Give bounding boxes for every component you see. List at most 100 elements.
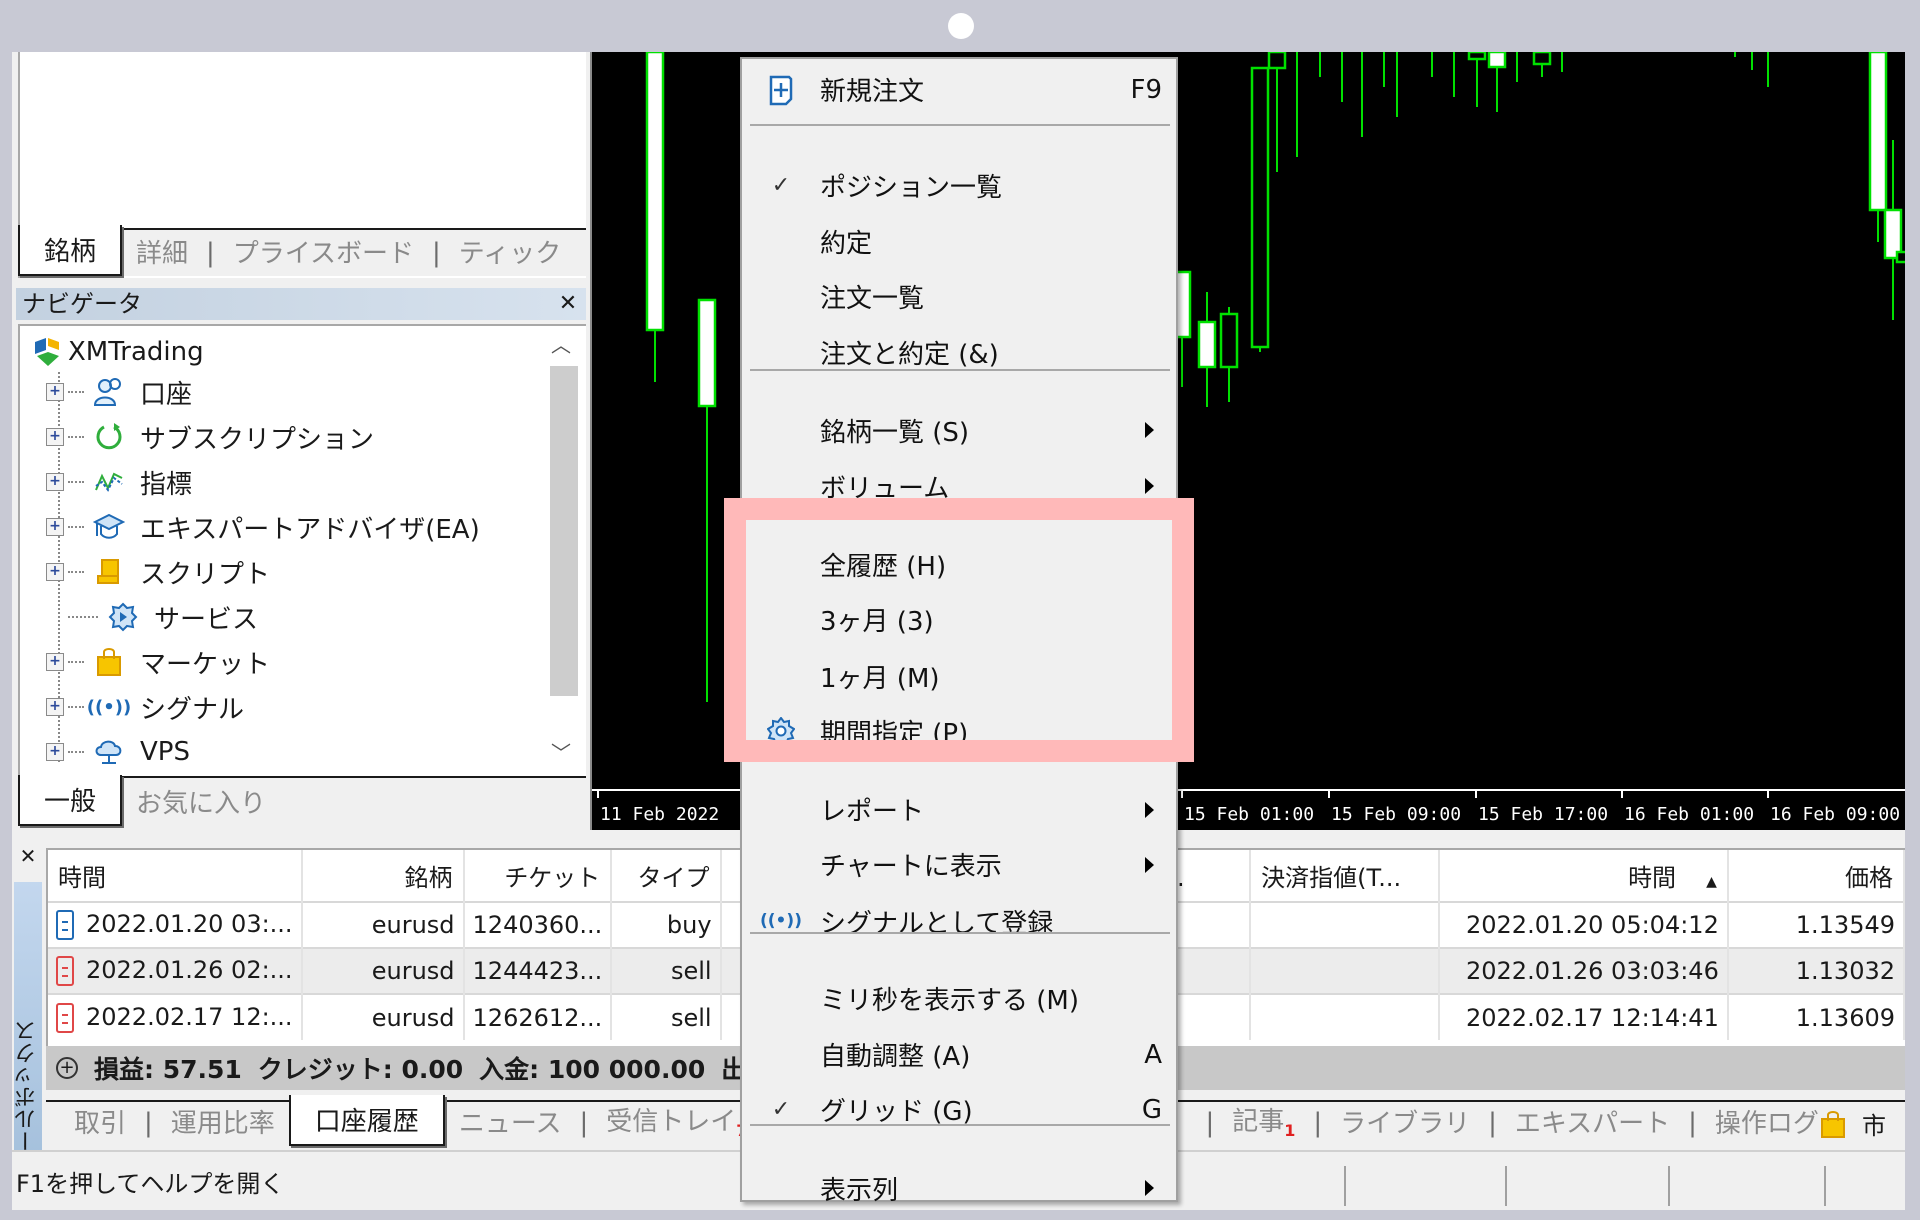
menu-item-7[interactable]: 銘柄一覧 (S) bbox=[742, 405, 1176, 455]
tab-articles[interactable]: 記事1 bbox=[1218, 1097, 1309, 1146]
tab-history[interactable]: 口座履歴 bbox=[288, 1095, 445, 1146]
expand-icon[interactable]: + bbox=[46, 518, 64, 536]
tree-item-label: エキスパートアドバイザ(EA) bbox=[140, 514, 480, 545]
indicators-icon bbox=[92, 465, 126, 499]
menu-item-16[interactable]: チャートに表示 bbox=[742, 840, 1176, 890]
menu-item-23[interactable]: 表示列 bbox=[742, 1163, 1176, 1213]
expand-icon[interactable]: + bbox=[46, 743, 64, 761]
col-price[interactable]: 価格 bbox=[1727, 850, 1905, 902]
menu-item-label: 期間指定 (P) bbox=[820, 718, 969, 749]
submenu-arrow-icon bbox=[1145, 856, 1154, 873]
col-close-time[interactable]: 時間 ▲ bbox=[1438, 850, 1729, 902]
tree-item-services[interactable]: サービス bbox=[46, 597, 258, 637]
expand-icon[interactable]: + bbox=[46, 428, 64, 446]
scroll-down-icon[interactable]: ﹀ bbox=[542, 734, 580, 772]
menu-item-21[interactable]: ✓ グリッド (G) G bbox=[742, 1085, 1176, 1135]
menu-shortcut: F9 bbox=[1130, 74, 1163, 105]
navigator-title: ナビゲータ bbox=[16, 288, 586, 320]
tree-item-label: 口座 bbox=[140, 379, 193, 410]
navigator-close-button[interactable]: ✕ bbox=[552, 288, 584, 320]
tree-item-label: サービス bbox=[154, 604, 259, 635]
tree-root-broker[interactable]: XMTrading bbox=[30, 332, 204, 372]
menu-item-10[interactable]: 全履歴 (H) bbox=[742, 540, 1176, 590]
tab-library[interactable]: ライブラリ bbox=[1326, 1099, 1484, 1146]
tab-trade[interactable]: 取引 bbox=[46, 1099, 140, 1146]
navigator-tree: XMTrading + 口座 + サブスクリプション + 指標 + エキスパート… bbox=[18, 324, 586, 776]
submenu-arrow-icon bbox=[1145, 801, 1154, 818]
expand-icon[interactable]: + bbox=[46, 653, 64, 671]
col-take-profit[interactable]: 決済指値(T... bbox=[1250, 850, 1440, 902]
accounts-icon bbox=[92, 375, 126, 409]
market-icon bbox=[92, 645, 126, 679]
tab-favorites[interactable]: お気に入り bbox=[122, 779, 280, 826]
tree-item-scripts[interactable]: + スクリプト bbox=[46, 552, 270, 592]
col-time[interactable]: 時間 bbox=[48, 850, 303, 902]
tree-item-subscriptions[interactable]: + サブスクリプション bbox=[46, 417, 374, 457]
tree-item-signals[interactable]: + ((•)) シグナル bbox=[46, 687, 244, 727]
tree-item-indicators[interactable]: + 指標 bbox=[46, 462, 192, 502]
menu-item-4[interactable]: 注文一覧 bbox=[742, 272, 1176, 322]
col-type[interactable]: タイプ bbox=[611, 850, 722, 902]
tab-separator: | bbox=[206, 238, 215, 268]
menu-item-2[interactable]: ✓ ポジション一覧 bbox=[742, 160, 1176, 210]
tree-item-expert-advisors[interactable]: + エキスパートアドバイザ(EA) bbox=[46, 507, 480, 547]
expand-icon[interactable]: + bbox=[46, 383, 64, 401]
tab-journal[interactable]: 操作ログ bbox=[1701, 1099, 1833, 1146]
tab-priceboard[interactable]: プライスボード bbox=[219, 229, 428, 276]
tab-symbols[interactable]: 銘柄 bbox=[18, 225, 123, 276]
tab-exposure[interactable]: 運用比率 bbox=[157, 1099, 289, 1146]
menu-item-11[interactable]: 3ヶ月 (3) bbox=[742, 595, 1176, 645]
toolbox-vertical-bar: ツールボックス bbox=[14, 882, 42, 1178]
col-ticket[interactable]: チケット bbox=[463, 850, 613, 902]
toolbox-close-button[interactable]: ✕ bbox=[14, 844, 42, 872]
tab-general[interactable]: 一般 bbox=[18, 775, 123, 826]
expand-icon[interactable]: + bbox=[46, 698, 64, 716]
expand-summary-icon[interactable]: + bbox=[56, 1057, 78, 1079]
signal-icon: ((•)) bbox=[760, 911, 802, 932]
scrollbar-thumb[interactable] bbox=[550, 366, 578, 696]
menu-item-20[interactable]: 自動調整 (A) A bbox=[742, 1030, 1176, 1080]
tree-item-label: マーケット bbox=[140, 649, 271, 680]
summary-profit: 損益: 57.51 bbox=[94, 1055, 242, 1084]
menu-item-label: 全履歴 (H) bbox=[820, 552, 947, 583]
tab-mailbox[interactable]: 受信トレイ7 bbox=[592, 1097, 761, 1146]
menu-item-label: 1ヶ月 (M) bbox=[820, 663, 940, 694]
menu-item-8[interactable]: ボリューム bbox=[742, 461, 1176, 511]
check-icon: ✓ bbox=[771, 172, 791, 198]
menu-separator bbox=[750, 749, 1170, 752]
expand-icon[interactable]: + bbox=[46, 563, 64, 581]
menu-item-label: チャートに表示 bbox=[820, 852, 1002, 883]
expert-advisor-icon bbox=[92, 510, 126, 544]
market-tab-label[interactable]: 市 bbox=[1862, 1106, 1886, 1141]
menu-shortcut: A bbox=[1144, 1039, 1162, 1070]
gear-icon bbox=[742, 717, 820, 746]
tree-item-market[interactable]: + マーケット bbox=[46, 642, 270, 682]
menu-item-label: 注文と約定 (&) bbox=[820, 340, 999, 371]
tree-item-label: シグナル bbox=[140, 694, 245, 725]
menu-item-17[interactable]: ((•)) シグナルとして登録 bbox=[742, 896, 1176, 946]
tab-details[interactable]: 詳細 bbox=[122, 229, 202, 276]
expand-icon[interactable]: + bbox=[46, 473, 64, 491]
menu-item-0[interactable]: 新規注文 F9 bbox=[742, 65, 1176, 115]
candle-body-bullish bbox=[1219, 312, 1239, 369]
candle-body-bullish bbox=[1532, 52, 1552, 66]
candle-body-bullish bbox=[1895, 250, 1905, 264]
scroll-up-icon[interactable]: ︿ bbox=[542, 326, 580, 364]
navigator-scrollbar[interactable]: ︿ ﹀ bbox=[542, 326, 580, 774]
menu-item-19[interactable]: ミリ秒を表示する (M) bbox=[742, 973, 1176, 1023]
time-axis-label: 15 Feb 17:00 bbox=[1478, 804, 1608, 825]
tree-item-vps[interactable]: + VPS bbox=[46, 732, 190, 772]
tab-news[interactable]: ニュース bbox=[445, 1099, 576, 1146]
tab-experts[interactable]: エキスパート bbox=[1501, 1099, 1684, 1146]
market-bag-icon[interactable] bbox=[1820, 1110, 1846, 1138]
menu-item-3[interactable]: 約定 bbox=[742, 217, 1176, 267]
tab-tick[interactable]: ティック bbox=[445, 229, 575, 276]
tree-item-accounts[interactable]: + 口座 bbox=[46, 372, 192, 412]
check-icon: ✓ bbox=[771, 1097, 791, 1123]
menu-item-label: 表示列 bbox=[820, 1175, 899, 1206]
col-symbol[interactable]: 銘柄 bbox=[301, 850, 465, 902]
tree-item-label: サブスクリプション bbox=[140, 424, 375, 455]
service-icon bbox=[106, 600, 140, 634]
menu-item-12[interactable]: 1ヶ月 (M) bbox=[742, 651, 1176, 701]
menu-item-15[interactable]: レポート bbox=[742, 785, 1176, 835]
